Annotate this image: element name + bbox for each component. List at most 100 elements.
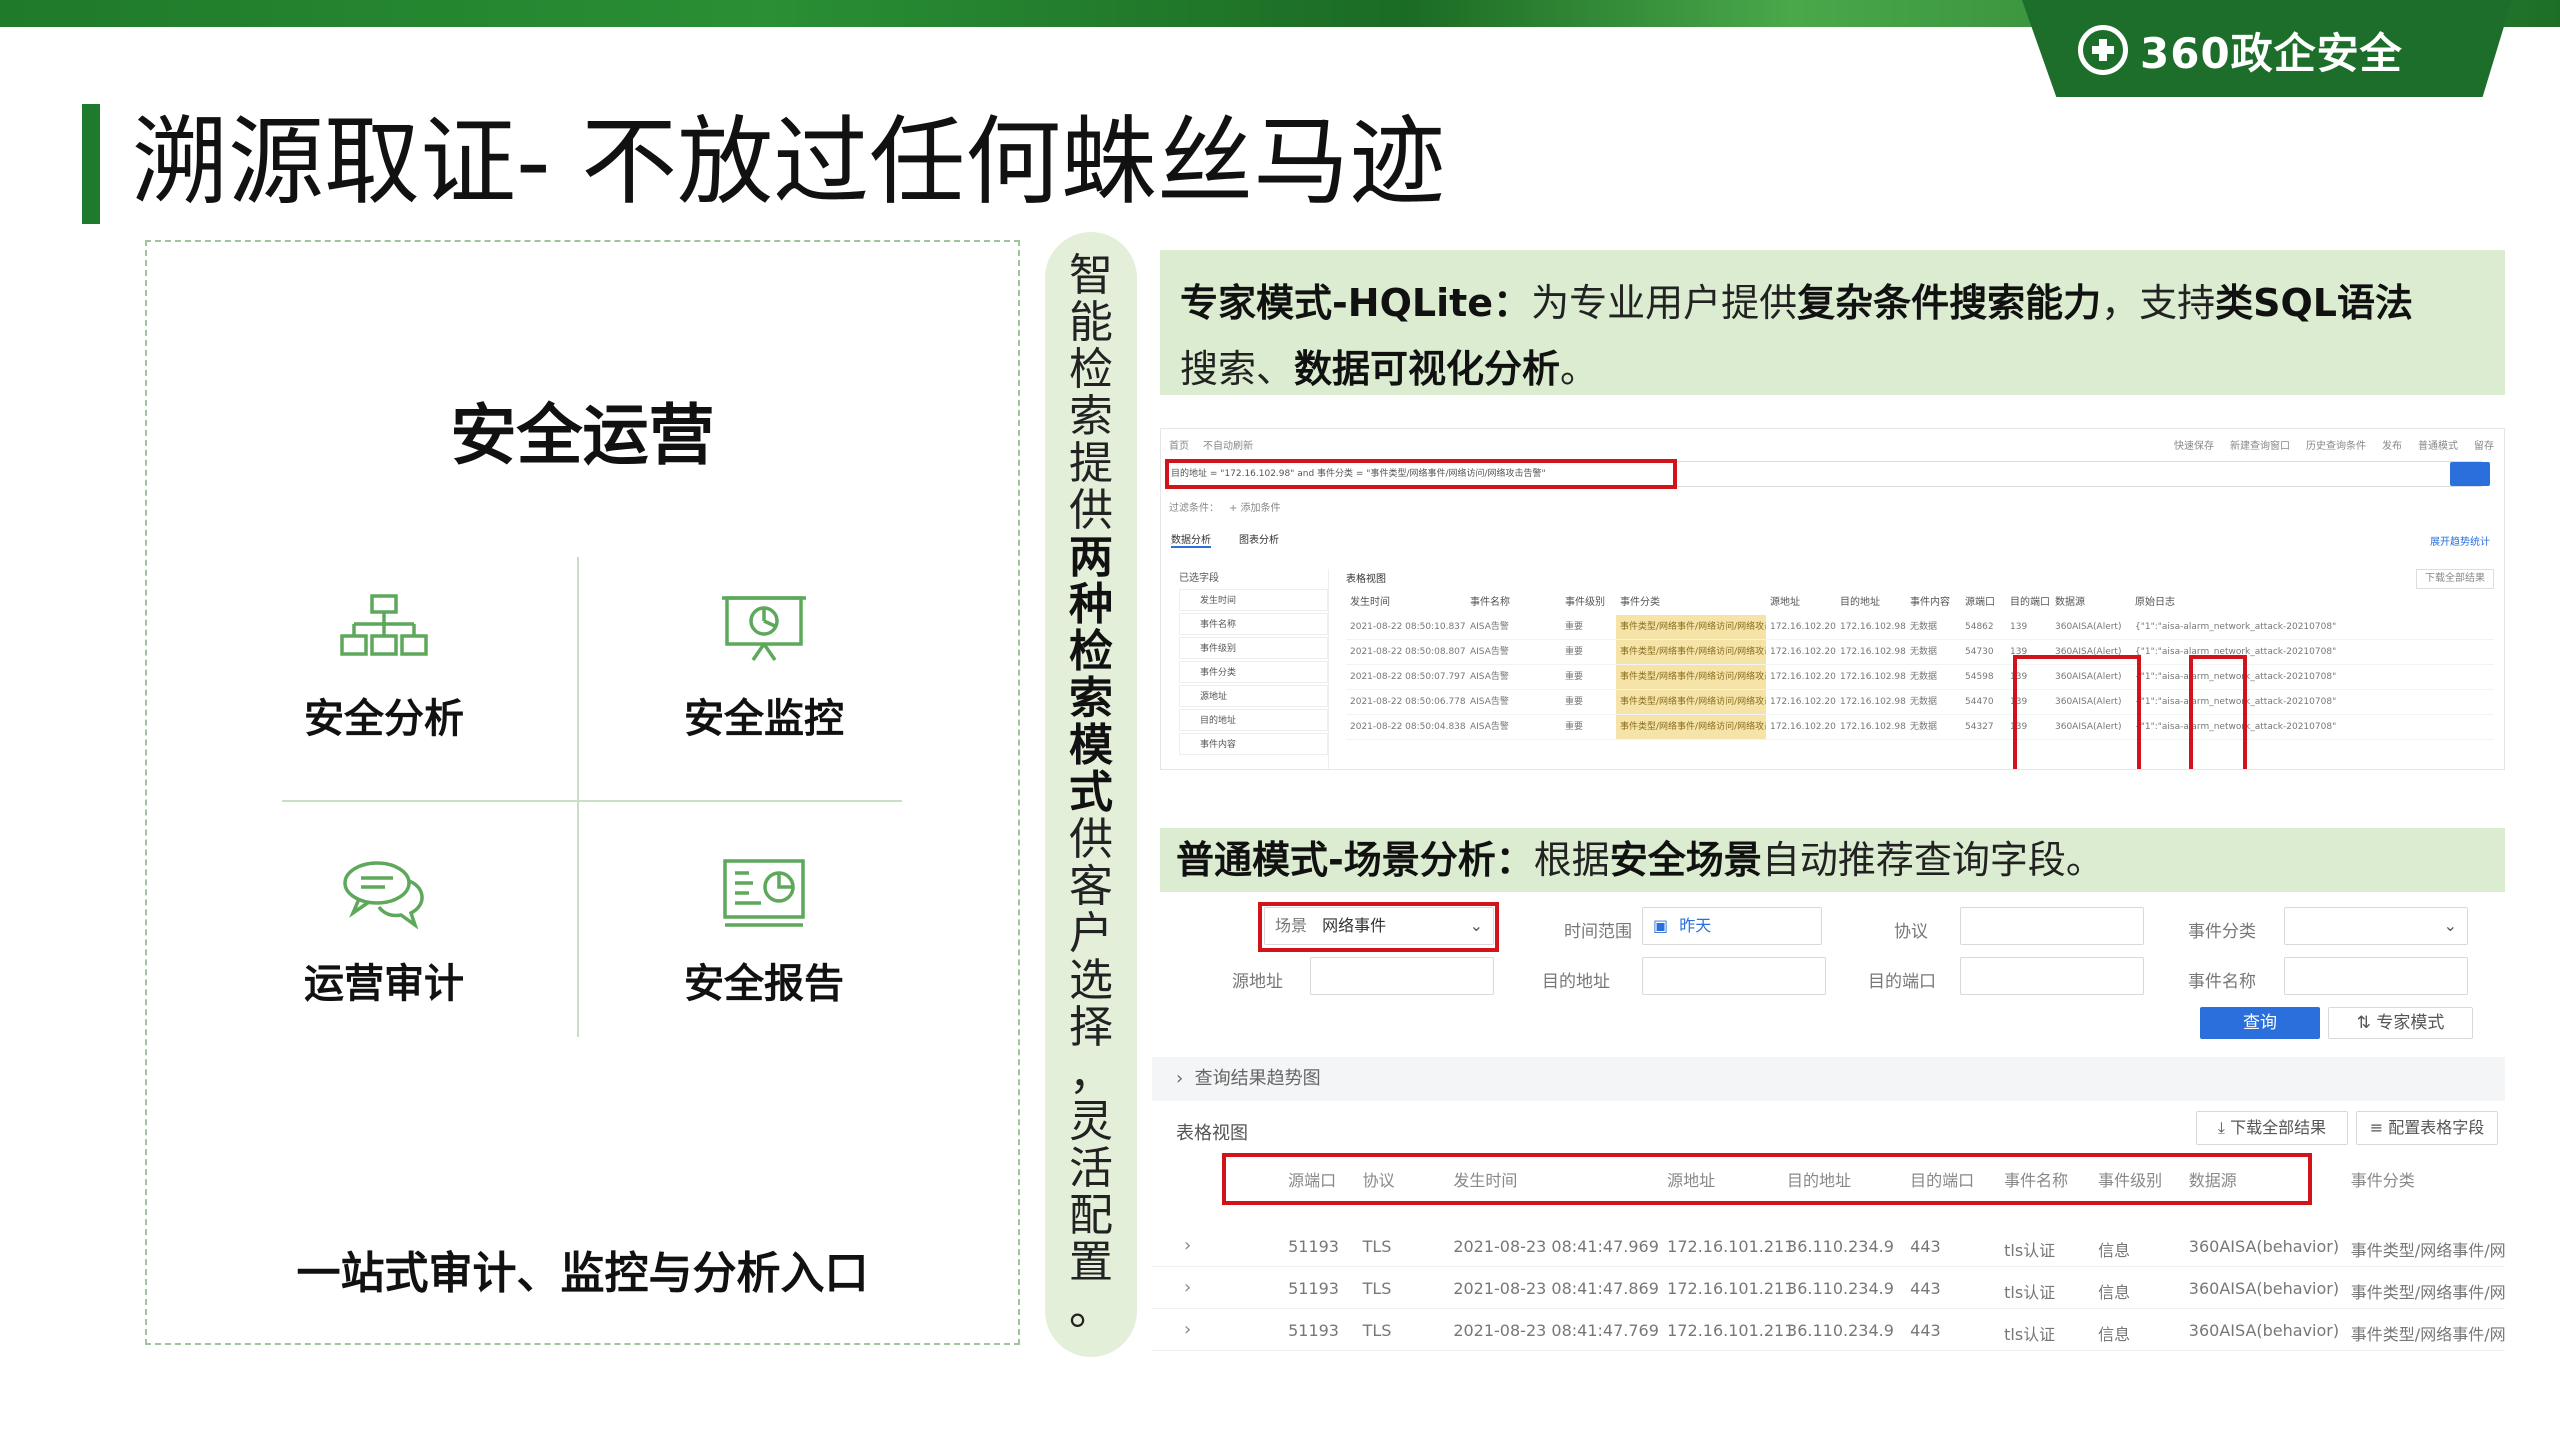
selected-field[interactable]: 事件名称 — [1179, 613, 1328, 635]
table-cell: 事件类型/网络事件/网络访问/网络攻击告警 — [1616, 615, 1766, 639]
selected-field[interactable]: 事件分类 — [1179, 661, 1328, 683]
toolbar-tool[interactable]: 历史查询条件 — [2306, 437, 2366, 452]
table-view-title: 表格视图 — [1176, 1123, 1248, 1144]
operations-footer: 一站式审计、监控与分析入口 — [296, 1248, 869, 1299]
side-title: 已选字段 — [1179, 573, 1219, 584]
time-range-input[interactable]: ▣ 昨天 — [1642, 907, 1822, 945]
time-range-label: 时间范围 — [1564, 922, 1632, 942]
table-cell: 36.110.234.9 — [1787, 1279, 1894, 1298]
toolbar-tool[interactable]: 发布 — [2382, 437, 2402, 452]
table-row[interactable]: › 51193 TLS 2021-08-23 08:41:47.769 172.16.1… — [1152, 1311, 2505, 1351]
dst-address-input[interactable] — [1642, 957, 1826, 995]
protocol-input[interactable] — [1960, 907, 2144, 945]
toolbar-item[interactable]: 不自动刷新 — [1203, 437, 1253, 452]
caption-char: 检 — [1069, 344, 1113, 395]
column-header: 目的端口 — [2010, 597, 2050, 608]
table-row[interactable]: 2021-08-22 08:50:06.778 AISA告警 重要 事件类型/网络事件… — [1346, 690, 2494, 715]
caption-char: 模 — [1069, 720, 1113, 771]
tab-data-analysis[interactable]: 数据分析 — [1171, 531, 1211, 548]
table-row[interactable]: 2021-08-22 08:50:04.838 AISA告警 重要 事件类型/网络事件… — [1346, 715, 2494, 740]
toolbar-tool[interactable]: 留存 — [2474, 437, 2494, 452]
selected-field[interactable]: 发生时间 — [1179, 589, 1328, 611]
table-row[interactable]: 2021-08-22 08:50:07.797 AISA告警 重要 事件类型/网络事件… — [1346, 665, 2494, 690]
text-span: 自动推荐查询字段。 — [1761, 838, 2104, 882]
table-row[interactable]: › 51193 TLS 2021-08-23 08:41:47.969 172.16.1… — [1152, 1227, 2505, 1267]
add-filter-button[interactable]: + 添加条件 — [1229, 499, 1281, 514]
table-cell: 事件类型/网络事件/网络访问/网络攻击告警 — [1616, 665, 1766, 689]
table-cell: TLS — [1362, 1237, 1392, 1256]
event-name-input[interactable] — [2284, 957, 2468, 995]
selected-field[interactable]: 源地址 — [1179, 685, 1328, 707]
table-cell: AISA告警 — [1470, 647, 1509, 657]
toolbar-item[interactable]: 首页 — [1169, 437, 1189, 452]
caption-char: 灵 — [1069, 1096, 1113, 1147]
search-button[interactable] — [2450, 462, 2490, 486]
table-row[interactable]: › 51193 TLS 2021-08-23 08:41:47.869 172.16.1… — [1152, 1269, 2505, 1309]
chevron-right-icon[interactable]: › — [1184, 1319, 1191, 1340]
caption-char: 择 — [1069, 1002, 1113, 1053]
selected-field[interactable]: 目的地址 — [1179, 709, 1328, 731]
table-cell: 443 — [1910, 1237, 1941, 1256]
table-cell: 事件类型/网络事件/网络访问/网络攻击告警 — [1616, 690, 1766, 714]
dst-address-label: 目的地址 — [1542, 972, 1610, 992]
table-cell: 360AISA(Alert) — [2055, 622, 2122, 632]
trend-chart-toggle[interactable]: › 查询结果趋势图 — [1152, 1057, 2505, 1101]
normal-mode-description: 普通模式-场景分析：根据安全场景自动推荐查询字段。 — [1176, 834, 2489, 886]
chat-bubbles-icon — [343, 861, 424, 930]
calendar-icon: ▣ — [1653, 916, 1669, 935]
caption-char: 检 — [1069, 626, 1113, 677]
chevron-right-icon[interactable]: › — [1184, 1277, 1191, 1298]
table-row[interactable]: 2021-08-22 08:50:08.807 AISA告警 重要 事件类型/网络事件… — [1346, 640, 2494, 665]
chevron-down-icon: ⌄ — [2443, 916, 2457, 935]
text-span: 。 — [1560, 347, 1599, 391]
download-all-button[interactable]: ⤓ 下载全部结果 — [2196, 1111, 2348, 1145]
table-cell: 172.16.102.98 — [1840, 647, 1906, 657]
table-cell: 事件类型/网络事件/网络访问 — [2350, 1283, 2505, 1302]
toolbar-tool[interactable]: 新建查询窗口 — [2230, 437, 2290, 452]
src-address-input[interactable] — [1310, 957, 1494, 995]
query-button[interactable]: 查询 — [2200, 1007, 2320, 1039]
table-cell: 36.110.234.9 — [1787, 1321, 1894, 1340]
expert-mode-button[interactable]: ⇅ 专家模式 — [2328, 1007, 2473, 1039]
toolbar-tool[interactable]: 普通模式 — [2418, 437, 2458, 452]
caption-char: 智 — [1069, 250, 1113, 301]
expand-trend-link[interactable]: 展开趋势统计 — [2430, 533, 2490, 548]
caption-char: 能 — [1069, 297, 1113, 348]
toolbar-tool[interactable]: 快速保存 — [2174, 437, 2214, 452]
analysis-tabs: 数据分析 图表分析 — [1171, 531, 1279, 548]
chevron-right-icon[interactable]: › — [1184, 1235, 1191, 1256]
expert-mode-heading: 专家模式-HQLite： — [1180, 281, 1532, 325]
caption-char: 。 — [1069, 1284, 1113, 1335]
table-cell: AISA告警 — [1470, 697, 1509, 707]
table-cell: 172.16.102.200 — [1770, 722, 1836, 732]
feature-label: 安全监控 — [684, 696, 844, 742]
table-row[interactable]: 2021-08-22 08:50:10.837 AISA告警 重要 事件类型/网络事件… — [1346, 615, 2494, 640]
configure-columns-button[interactable]: ≡ 配置表格字段 — [2356, 1111, 2498, 1145]
operations-title: 安全运营 — [450, 397, 715, 474]
table-cell: 54862 — [1965, 622, 1994, 632]
caption-char: 置 — [1069, 1237, 1113, 1288]
table-cell: 172.16.101.211 — [1667, 1279, 1795, 1298]
tab-chart-analysis[interactable]: 图表分析 — [1239, 531, 1279, 548]
table-cell: 172.16.101.211 — [1667, 1237, 1795, 1256]
selected-field[interactable]: 事件内容 — [1179, 733, 1328, 755]
table-cell: 2021-08-22 08:50:06.778 — [1350, 697, 1466, 707]
table-cell: {"1":"aisa-alarm_network_attack-20210708… — [2135, 672, 2337, 682]
table-cell: 51193 — [1288, 1279, 1339, 1298]
caption-char: 供 — [1069, 485, 1113, 536]
table-cell: AISA告警 — [1470, 672, 1509, 682]
monitor-icon — [722, 596, 806, 661]
header-highlight-box — [1222, 1153, 2312, 1205]
event-name-label: 事件名称 — [2188, 972, 2256, 992]
category-select[interactable]: ⌄ — [2284, 907, 2468, 945]
column-header: 事件名称 — [1470, 597, 1510, 608]
selected-field[interactable]: 事件级别 — [1179, 637, 1328, 659]
table-cell: 事件类型/网络事件/网络访问/网络攻击告警 — [1616, 715, 1766, 739]
list-icon: ≡ — [2369, 1118, 2389, 1137]
table-cell: 172.16.101.211 — [1667, 1321, 1795, 1340]
dst-port-input[interactable] — [1960, 957, 2144, 995]
chevron-right-icon: › — [1176, 1068, 1195, 1089]
table-cell: 信息 — [2098, 1241, 2131, 1260]
download-results-button[interactable]: 下载全部结果 — [2416, 569, 2494, 589]
expert-right-tools: 快速保存 新建查询窗口 历史查询条件 发布 普通模式 留存 — [2174, 437, 2494, 452]
